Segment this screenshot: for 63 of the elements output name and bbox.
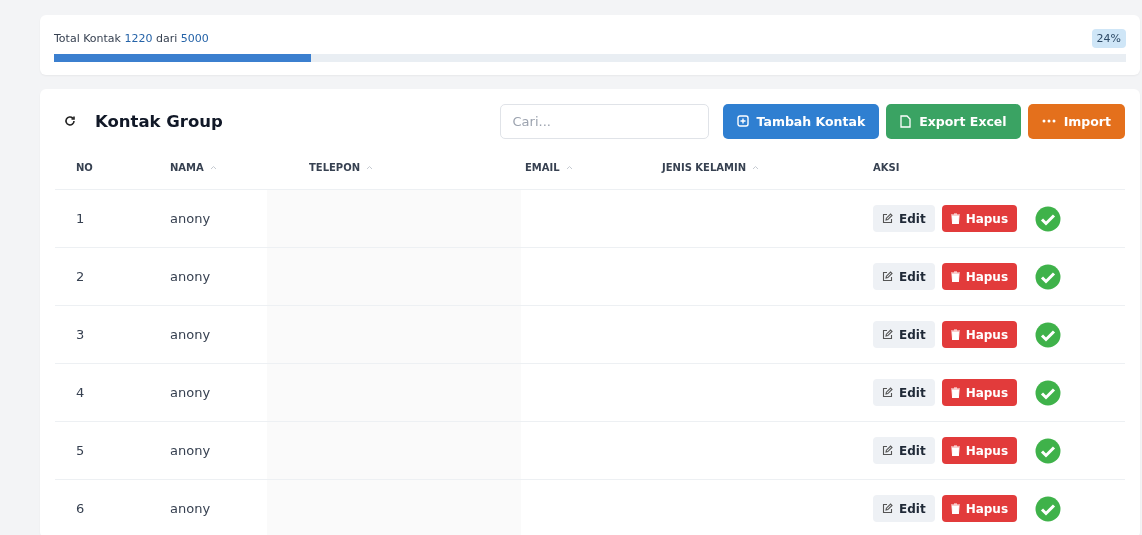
edit-icon — [882, 445, 893, 456]
row-number: 6 — [76, 501, 86, 516]
check-circle-icon — [1035, 379, 1062, 406]
file-icon — [900, 114, 912, 128]
check-circle-icon — [1035, 321, 1062, 348]
edit-button[interactable]: Edit — [873, 263, 935, 290]
check-circle-icon — [1035, 495, 1062, 522]
column-header: NO — [76, 161, 93, 173]
import-button[interactable]: Import — [1027, 103, 1125, 139]
delete-button[interactable]: Hapus — [941, 379, 1018, 406]
row-number: 4 — [76, 385, 86, 400]
delete-button[interactable]: Hapus — [941, 437, 1018, 464]
trash-icon — [950, 213, 960, 224]
check-circle-icon — [1035, 205, 1062, 232]
name-cell-text: anony — [170, 501, 212, 516]
edit-button[interactable]: Edit — [873, 205, 935, 232]
delete-button[interactable]: Hapus — [941, 321, 1018, 348]
trash-icon — [950, 271, 960, 282]
row-number: 2 — [76, 269, 86, 284]
name-cell-text: anony — [170, 327, 212, 342]
contact-total-text: Total Kontak 1220 dari 5000 — [54, 32, 209, 45]
name-cell-text: anony — [170, 443, 212, 458]
edit-icon — [882, 329, 893, 340]
edit-button[interactable]: Edit — [873, 321, 935, 348]
edit-icon — [882, 387, 893, 398]
trash-icon — [950, 445, 960, 456]
column-header: AKSI — [873, 161, 900, 173]
sort-icon[interactable] — [752, 164, 760, 170]
edit-icon — [882, 503, 893, 514]
page-title: Kontak Group — [95, 111, 224, 131]
dots-icon — [1041, 119, 1056, 123]
column-header: JENIS KELAMIN — [662, 161, 747, 173]
name-cell-text: anony — [170, 269, 212, 284]
column-header: TELEPON — [309, 161, 361, 173]
name-cell-text: anony — [170, 211, 212, 226]
sort-icon[interactable] — [366, 164, 374, 170]
name-cell-text: anony — [170, 385, 212, 400]
edit-button[interactable]: Edit — [873, 495, 935, 522]
percent-badge: 24% — [1091, 29, 1126, 48]
column-header: NAMA — [170, 161, 204, 173]
trash-icon — [950, 329, 960, 340]
export-button[interactable]: Export Excel — [886, 103, 1021, 139]
column-header: EMAIL — [525, 161, 560, 173]
delete-button[interactable]: Hapus — [941, 263, 1018, 290]
refresh-icon[interactable] — [64, 115, 76, 127]
sort-icon[interactable] — [209, 164, 217, 170]
check-circle-icon — [1035, 263, 1062, 290]
edit-button[interactable]: Edit — [873, 437, 935, 464]
edit-button[interactable]: Edit — [873, 379, 935, 406]
check-circle-icon — [1035, 437, 1062, 464]
row-number: 5 — [76, 443, 86, 458]
trash-icon — [950, 503, 960, 514]
trash-icon — [950, 387, 960, 398]
delete-button[interactable]: Hapus — [941, 495, 1018, 522]
edit-icon — [882, 271, 893, 282]
add-button[interactable]: Tambah Kontak — [722, 103, 880, 139]
edit-icon — [882, 213, 893, 224]
row-number: 1 — [76, 211, 86, 226]
search-field[interactable]: Cari... — [499, 103, 709, 139]
plus-square-icon — [736, 115, 749, 127]
delete-button[interactable]: Hapus — [941, 205, 1018, 232]
row-number: 3 — [76, 327, 86, 342]
sort-icon[interactable] — [565, 164, 573, 170]
